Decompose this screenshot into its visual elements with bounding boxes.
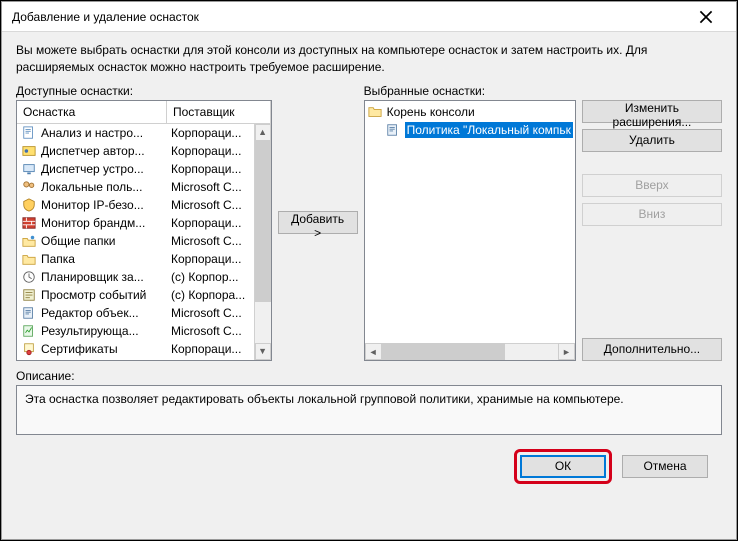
item-name: Результирующа... [41, 324, 171, 338]
scroll-right-button[interactable]: ► [558, 343, 575, 360]
item-name: Диспетчер устро... [41, 162, 171, 176]
list-item[interactable]: Общие папкиMicrosoft C... [17, 232, 254, 250]
event-icon [21, 287, 37, 303]
available-label: Доступные оснастки: [16, 84, 272, 98]
list-header: Оснастка Поставщик [17, 101, 271, 124]
list-item[interactable]: Монитор брандм...Корпораци... [17, 214, 254, 232]
cancel-button[interactable]: Отмена [622, 455, 708, 478]
remove-button[interactable]: Удалить [582, 129, 722, 152]
description-label: Описание: [16, 369, 722, 383]
scroll-up-button[interactable]: ▲ [255, 124, 271, 141]
firewall-icon [21, 215, 37, 231]
rsop-icon [21, 323, 37, 339]
move-up-button: Вверх [582, 174, 722, 197]
edit-extensions-button[interactable]: Изменить расширения... [582, 100, 722, 123]
list-item[interactable]: ПапкаКорпораци... [17, 250, 254, 268]
list-item[interactable]: Монитор IP-безо...Microsoft C... [17, 196, 254, 214]
doc-icon [21, 125, 37, 141]
hscroll-thumb[interactable] [382, 343, 505, 360]
list-item[interactable]: Просмотр событий(с) Корпора... [17, 286, 254, 304]
item-vendor: Корпораци... [171, 216, 250, 230]
description-box: Эта оснастка позволяет редактировать объ… [16, 385, 722, 435]
item-name: Редактор объек... [41, 306, 171, 320]
vertical-scrollbar[interactable]: ▲ ▼ [254, 124, 271, 360]
item-vendor: Microsoft C... [171, 324, 250, 338]
add-remove-snapins-dialog: Добавление и удаление оснасток Вы можете… [1, 1, 737, 540]
item-vendor: Корпораци... [171, 252, 250, 266]
item-name: Диспетчер автор... [41, 144, 171, 158]
list-item[interactable]: СертификатыКорпораци... [17, 340, 254, 358]
selected-label: Выбранные оснастки: [364, 84, 576, 98]
item-vendor: Корпораци... [171, 342, 250, 356]
auth-icon [21, 143, 37, 159]
item-vendor: Microsoft C... [171, 198, 250, 212]
available-snapins-list[interactable]: Оснастка Поставщик Анализ и настро...Кор… [16, 100, 272, 361]
item-name: Монитор брандм... [41, 216, 171, 230]
add-button[interactable]: Добавить > [278, 211, 358, 234]
header-name[interactable]: Оснастка [17, 101, 167, 123]
device-icon [21, 161, 37, 177]
share-icon [21, 233, 37, 249]
selected-snapins-tree[interactable]: Корень консоли Политика "Локальный компь… [364, 100, 576, 361]
item-name: Монитор IP-безо... [41, 198, 171, 212]
sched-icon [21, 269, 37, 285]
ipsec-icon [21, 197, 37, 213]
scroll-left-button[interactable]: ◄ [365, 343, 382, 360]
item-name: Локальные поль... [41, 180, 171, 194]
move-down-button: Вниз [582, 203, 722, 226]
item-vendor: Microsoft C... [171, 180, 250, 194]
dialog-title: Добавление и удаление оснасток [12, 10, 686, 24]
list-item[interactable]: Результирующа...Microsoft C... [17, 322, 254, 340]
ok-button[interactable]: ОК [520, 455, 606, 478]
item-vendor: Корпораци... [171, 126, 250, 140]
item-name: Сертификаты [41, 342, 171, 356]
folder-icon [21, 251, 37, 267]
item-vendor: Корпораци... [171, 162, 250, 176]
item-name: Планировщик за... [41, 270, 171, 284]
titlebar: Добавление и удаление оснасток [2, 2, 736, 32]
header-vendor[interactable]: Поставщик [167, 101, 271, 123]
list-item[interactable]: Диспетчер устро...Корпораци... [17, 160, 254, 178]
folder-icon [367, 104, 383, 120]
tree-child-selected[interactable]: Политика "Локальный компьк [367, 121, 573, 139]
item-name: Общие папки [41, 234, 171, 248]
item-vendor: (с) Корпора... [171, 288, 250, 302]
item-name: Папка [41, 252, 171, 266]
tree-root[interactable]: Корень консоли [367, 103, 573, 121]
item-vendor: Microsoft C... [171, 306, 250, 320]
list-item[interactable]: Планировщик за...(с) Корпор... [17, 268, 254, 286]
cert-icon [21, 341, 37, 357]
item-vendor: Microsoft C... [171, 234, 250, 248]
close-icon [699, 10, 713, 24]
horizontal-scrollbar[interactable]: ◄ ► [365, 343, 575, 360]
advanced-button[interactable]: Дополнительно... [582, 338, 722, 361]
gpedit-icon [385, 122, 401, 138]
item-name: Анализ и настро... [41, 126, 171, 140]
list-item[interactable]: Диспетчер автор...Корпораци... [17, 142, 254, 160]
scroll-thumb[interactable] [255, 141, 271, 303]
list-item[interactable]: Локальные поль...Microsoft C... [17, 178, 254, 196]
users-icon [21, 179, 37, 195]
list-item[interactable]: Редактор объек...Microsoft C... [17, 304, 254, 322]
item-name: Просмотр событий [41, 288, 171, 302]
list-item[interactable]: Анализ и настро...Корпораци... [17, 124, 254, 142]
ok-highlight: ОК [514, 449, 612, 484]
intro-text: Вы можете выбрать оснастки для этой конс… [16, 42, 722, 76]
scroll-down-button[interactable]: ▼ [255, 343, 271, 360]
item-vendor: (с) Корпор... [171, 270, 250, 284]
item-vendor: Корпораци... [171, 144, 250, 158]
close-button[interactable] [686, 3, 726, 31]
gpedit-icon [21, 305, 37, 321]
